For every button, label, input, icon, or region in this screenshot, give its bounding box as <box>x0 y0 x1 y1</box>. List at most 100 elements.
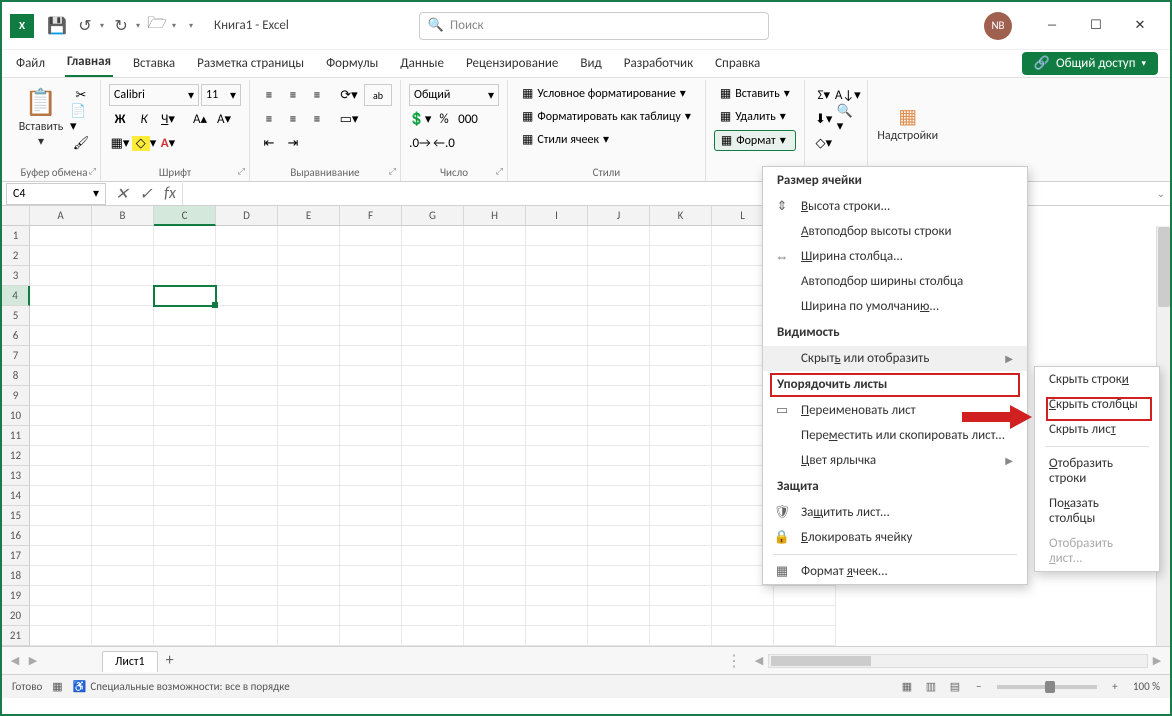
cell-K1[interactable] <box>650 226 712 246</box>
cell-A10[interactable] <box>30 406 92 426</box>
clear-button[interactable]: ◇▾ <box>813 132 835 154</box>
cell-D21[interactable] <box>216 626 278 646</box>
cell-I6[interactable] <box>526 326 588 346</box>
cell-A12[interactable] <box>30 446 92 466</box>
fill-button[interactable]: ⬇▾ <box>813 108 835 130</box>
number-format-combo[interactable]: Общий▾ <box>409 84 499 106</box>
font-size-combo[interactable]: 11▾ <box>201 84 241 106</box>
cell-C1[interactable] <box>154 226 216 246</box>
search-box[interactable]: 🔍 Поиск <box>419 12 769 40</box>
cell-H4[interactable] <box>464 286 526 306</box>
menu-row-height[interactable]: ⇕Высота строки... <box>763 194 1027 219</box>
cell-F11[interactable] <box>340 426 402 446</box>
cell-A20[interactable] <box>30 606 92 626</box>
cell-F6[interactable] <box>340 326 402 346</box>
cell-G14[interactable] <box>402 486 464 506</box>
menu-format-cells[interactable]: ▦Формат ячеек... <box>763 559 1027 584</box>
borders-button[interactable]: ▦▾ <box>109 132 131 154</box>
cell-E17[interactable] <box>278 546 340 566</box>
cell-L20[interactable] <box>712 606 774 626</box>
cell-C21[interactable] <box>154 626 216 646</box>
cell-D3[interactable] <box>216 266 278 286</box>
cell-D12[interactable] <box>216 446 278 466</box>
hscroll-right[interactable]: ▶ <box>1148 654 1166 667</box>
cell-I19[interactable] <box>526 586 588 606</box>
row-header-15[interactable]: 15 <box>2 506 30 526</box>
cell-Q20[interactable] <box>774 606 836 626</box>
cell-styles-button[interactable]: ▦Стили ячеек▾ <box>516 130 697 149</box>
cell-I10[interactable] <box>526 406 588 426</box>
cell-G17[interactable] <box>402 546 464 566</box>
zoom-level[interactable]: 100 % <box>1133 680 1160 693</box>
row-header-3[interactable]: 3 <box>2 266 30 286</box>
cell-G2[interactable] <box>402 246 464 266</box>
cell-J8[interactable] <box>588 366 650 386</box>
cell-G18[interactable] <box>402 566 464 586</box>
cell-E15[interactable] <box>278 506 340 526</box>
cell-F21[interactable] <box>340 626 402 646</box>
cell-J13[interactable] <box>588 466 650 486</box>
cell-B6[interactable] <box>92 326 154 346</box>
cell-A3[interactable] <box>30 266 92 286</box>
cut-button[interactable]: ✂ <box>70 84 92 106</box>
cell-I16[interactable] <box>526 526 588 546</box>
wrap-text-button[interactable]: ab <box>364 84 392 106</box>
row-header-9[interactable]: 9 <box>2 386 30 406</box>
maximize-button[interactable]: ☐ <box>1074 10 1118 42</box>
cell-I17[interactable] <box>526 546 588 566</box>
dialog-launcher-icon[interactable]: ⤢ <box>89 166 96 177</box>
cell-E5[interactable] <box>278 306 340 326</box>
cell-B19[interactable] <box>92 586 154 606</box>
zoom-slider[interactable] <box>997 685 1097 689</box>
cell-F16[interactable] <box>340 526 402 546</box>
cell-J17[interactable] <box>588 546 650 566</box>
cell-A2[interactable] <box>30 246 92 266</box>
cell-J12[interactable] <box>588 446 650 466</box>
cell-I9[interactable] <box>526 386 588 406</box>
cell-I20[interactable] <box>526 606 588 626</box>
cell-D8[interactable] <box>216 366 278 386</box>
tab-review[interactable]: Рецензирование <box>464 52 560 77</box>
cell-B17[interactable] <box>92 546 154 566</box>
cell-G7[interactable] <box>402 346 464 366</box>
cell-K16[interactable] <box>650 526 712 546</box>
cell-F17[interactable] <box>340 546 402 566</box>
cell-E4[interactable] <box>278 286 340 306</box>
cell-H15[interactable] <box>464 506 526 526</box>
cell-E2[interactable] <box>278 246 340 266</box>
cell-C11[interactable] <box>154 426 216 446</box>
cell-E8[interactable] <box>278 366 340 386</box>
cell-H18[interactable] <box>464 566 526 586</box>
redo-button[interactable]: ↻ <box>110 15 132 37</box>
cell-H19[interactable] <box>464 586 526 606</box>
cell-D1[interactable] <box>216 226 278 246</box>
row-header-10[interactable]: 10 <box>2 406 30 426</box>
cell-D19[interactable] <box>216 586 278 606</box>
align-middle-button[interactable]: ≡ <box>282 84 304 106</box>
row-header-21[interactable]: 21 <box>2 626 30 646</box>
cell-L19[interactable] <box>712 586 774 606</box>
cell-H1[interactable] <box>464 226 526 246</box>
cell-D4[interactable] <box>216 286 278 306</box>
format-as-table-button[interactable]: ▦Форматировать как таблицу▾ <box>516 107 697 126</box>
cell-D14[interactable] <box>216 486 278 506</box>
cell-J11[interactable] <box>588 426 650 446</box>
format-cells-button[interactable]: ▦Формат▾ <box>714 130 796 151</box>
cell-B11[interactable] <box>92 426 154 446</box>
row-header-14[interactable]: 14 <box>2 486 30 506</box>
cell-K7[interactable] <box>650 346 712 366</box>
cell-B7[interactable] <box>92 346 154 366</box>
dialog-launcher-icon[interactable]: ⤢ <box>496 166 503 177</box>
cell-B15[interactable] <box>92 506 154 526</box>
row-header-6[interactable]: 6 <box>2 326 30 346</box>
row-header-4[interactable]: 4 <box>2 286 30 306</box>
col-header-J[interactable]: J <box>588 206 650 226</box>
cell-B4[interactable] <box>92 286 154 306</box>
pagelayout-view-button[interactable]: ▥ <box>919 680 943 693</box>
cell-H6[interactable] <box>464 326 526 346</box>
share-button[interactable]: 🔗 Общий доступ ▾ <box>1022 52 1158 75</box>
cell-K17[interactable] <box>650 546 712 566</box>
delete-cells-button[interactable]: ▦Удалить▾ <box>714 107 796 126</box>
cell-B12[interactable] <box>92 446 154 466</box>
cell-A17[interactable] <box>30 546 92 566</box>
